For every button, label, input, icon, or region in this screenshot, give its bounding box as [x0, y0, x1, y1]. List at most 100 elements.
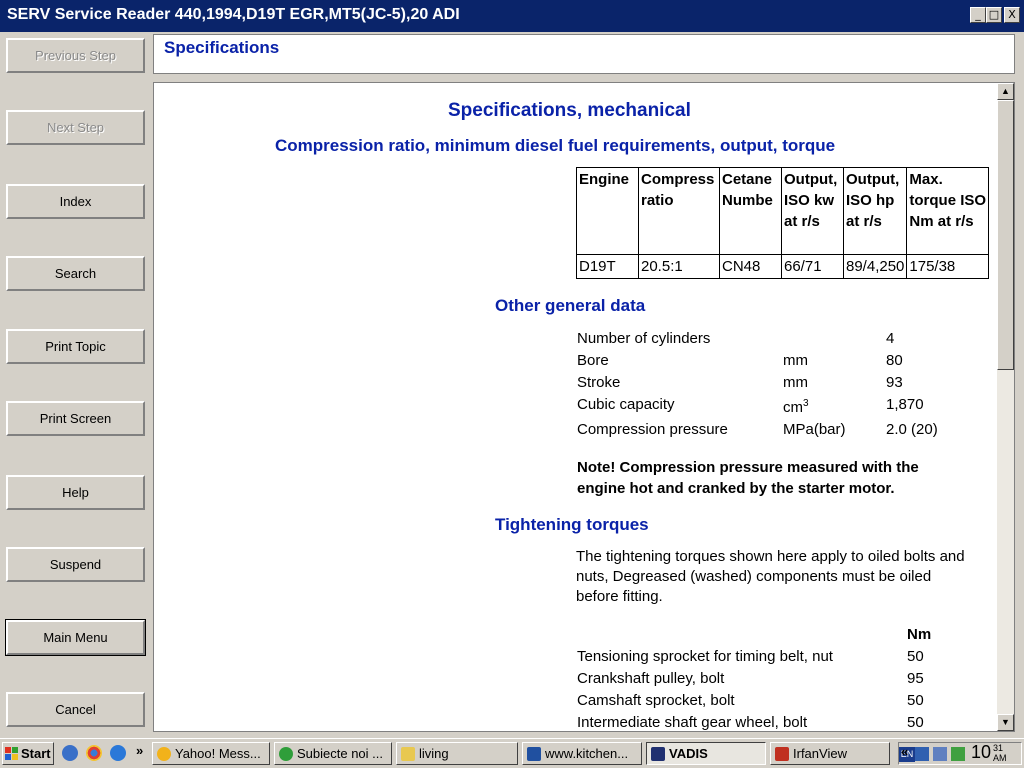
help-button[interactable]: Help [6, 475, 145, 510]
torque-row-value: 50 [907, 714, 924, 731]
taskbar-item-yahoo-messenger[interactable]: Yahoo! Mess... [152, 742, 270, 765]
show-desktop-icon[interactable] [62, 745, 78, 761]
tray-expand-chevron[interactable]: « [901, 744, 908, 759]
minimize-button[interactable]: _ [970, 7, 986, 23]
general-row-unit: MPa(bar) [783, 421, 846, 438]
table-header-row: Engine Compress ratio Cetane Numbe Outpu… [576, 167, 990, 255]
start-label: Start [21, 746, 51, 761]
torque-row-value: 95 [907, 670, 924, 687]
security-icon[interactable] [951, 747, 965, 761]
general-row-label: Bore [577, 352, 609, 369]
taskbar-item-kitchen[interactable]: www.kitchen... [522, 742, 642, 765]
print-topic-button[interactable]: Print Topic [6, 329, 145, 364]
page-title: Specifications [164, 38, 280, 57]
print-screen-button[interactable]: Print Screen [6, 401, 145, 436]
general-row-unit: mm [783, 374, 808, 391]
unit-text: cm [783, 399, 803, 416]
taskbar-item-label: Subiecte noi ... [297, 746, 383, 761]
table-cell: 89/4,250 [842, 254, 908, 279]
general-row-value: 4 [886, 330, 895, 347]
general-row-label: Compression pressure [577, 421, 728, 438]
general-row-label: Stroke [577, 374, 621, 391]
windows-logo-icon [5, 746, 19, 761]
table-cell: 66/71 [781, 254, 844, 279]
table-header-cell: Output, ISO hp at r/s [842, 167, 908, 255]
next-step-button[interactable]: Next Step [6, 110, 145, 145]
topic-header: Specifications [153, 34, 1015, 74]
taskbar-item-label: Yahoo! Mess... [175, 746, 261, 761]
vadis-icon [651, 746, 665, 761]
taskbar-item-label: VADIS [669, 746, 708, 761]
torque-row-value: 50 [907, 648, 924, 665]
torque-row-label: Tensioning sprocket for timing belt, nut [577, 648, 833, 665]
window-title: SERV Service Reader 440,1994,D19T EGR,MT… [7, 6, 460, 23]
general-row-unit: mm [783, 352, 808, 369]
table-cell: 20.5:1 [638, 254, 720, 279]
torques-intro-line: The tightening torques shown here apply … [576, 548, 965, 565]
section-subheading: Compression ratio, minimum diesel fuel r… [275, 136, 836, 155]
clock-hour[interactable]: 10 [971, 742, 991, 763]
search-button[interactable]: Search [6, 256, 145, 291]
torque-row-label: Intermediate shaft gear wheel, bolt [577, 714, 808, 731]
maximize-button[interactable]: □ [986, 7, 1002, 23]
table-cell: D19T [576, 254, 639, 279]
specs-table: Engine Compress ratio Cetane Numbe Outpu… [576, 167, 990, 279]
table-cell: 175/38 [906, 254, 990, 279]
note-line: Note! Compression pressure measured with… [577, 459, 919, 476]
torque-unit-header: Nm [907, 626, 932, 643]
taskbar-item-label: www.kitchen... [545, 746, 629, 761]
table-header-cell: Compress ratio [638, 167, 720, 255]
general-row-value: 93 [886, 374, 903, 391]
general-data-heading: Other general data [495, 296, 646, 315]
taskbar: Start » Yahoo! Mess... Subiecte noi ... … [0, 738, 1024, 768]
table-header-cell: Engine [576, 167, 639, 255]
scroll-down-button[interactable]: ▼ [997, 714, 1014, 731]
torque-row-label: Camshaft sprocket, bolt [577, 692, 735, 709]
torque-row-value: 50 [907, 692, 924, 709]
irfanview-icon [775, 746, 789, 761]
taskbar-item-label: living [419, 746, 449, 761]
general-row-value: 2.0 (20) [886, 421, 938, 438]
monitor-icon[interactable] [933, 747, 947, 761]
table-header-cell: Cetane Numbe [719, 167, 782, 255]
chrome-icon [279, 746, 293, 761]
quick-launch-chevron[interactable]: » [136, 743, 143, 758]
chrome-icon[interactable] [86, 745, 102, 761]
kd-icon [527, 746, 541, 761]
taskbar-item-label: IrfanView [793, 746, 847, 761]
previous-step-button[interactable]: Previous Step [6, 38, 145, 73]
content-pane[interactable]: Specifications, mechanical Compression r… [153, 82, 1015, 732]
clock-minutes[interactable]: 31 [993, 743, 1003, 753]
table-header-cell: Max. torque ISO Nm at r/s [906, 167, 990, 255]
suspend-button[interactable]: Suspend [6, 547, 145, 582]
cancel-button[interactable]: Cancel [6, 692, 145, 727]
main-menu-button[interactable]: Main Menu [5, 619, 146, 656]
internet-explorer-icon[interactable] [110, 745, 126, 761]
clock-ampm[interactable]: AM [993, 753, 1007, 763]
table-header-cell: Output, ISO kw at r/s [781, 167, 844, 255]
tightening-torques-heading: Tightening torques [495, 515, 649, 534]
torques-intro-line: nuts, Degreased (washed) components must… [576, 568, 932, 585]
title-bar: SERV Service Reader 440,1994,D19T EGR,MT… [0, 0, 1024, 32]
scrollbar-thumb[interactable] [997, 100, 1014, 370]
unit-superscript: 3 [803, 398, 809, 409]
torques-intro-line: before fitting. [576, 588, 663, 605]
scroll-up-button[interactable]: ▲ [997, 83, 1014, 100]
vertical-scrollbar[interactable]: ▲ ▼ [997, 83, 1014, 731]
general-row-label: Number of cylinders [577, 330, 711, 347]
index-button[interactable]: Index [6, 184, 145, 219]
taskbar-item-vadis[interactable]: VADIS [646, 742, 766, 765]
general-row-value: 1,870 [886, 396, 924, 413]
start-button[interactable]: Start [2, 742, 54, 765]
yahoo-messenger-icon [157, 746, 171, 761]
general-row-unit: cm3 [783, 398, 809, 416]
network-icon[interactable] [915, 747, 929, 761]
taskbar-item-irfanview[interactable]: IrfanView [770, 742, 890, 765]
close-button[interactable]: X [1004, 7, 1020, 23]
note-line: engine hot and cranked by the starter mo… [577, 480, 895, 497]
general-row-label: Cubic capacity [577, 396, 675, 413]
taskbar-item-folder[interactable]: living [396, 742, 518, 765]
torque-row-label: Crankshaft pulley, bolt [577, 670, 725, 687]
table-row: D19T 20.5:1 CN48 66/71 89/4,250 175/38 [576, 254, 990, 279]
taskbar-item-chrome[interactable]: Subiecte noi ... [274, 742, 392, 765]
